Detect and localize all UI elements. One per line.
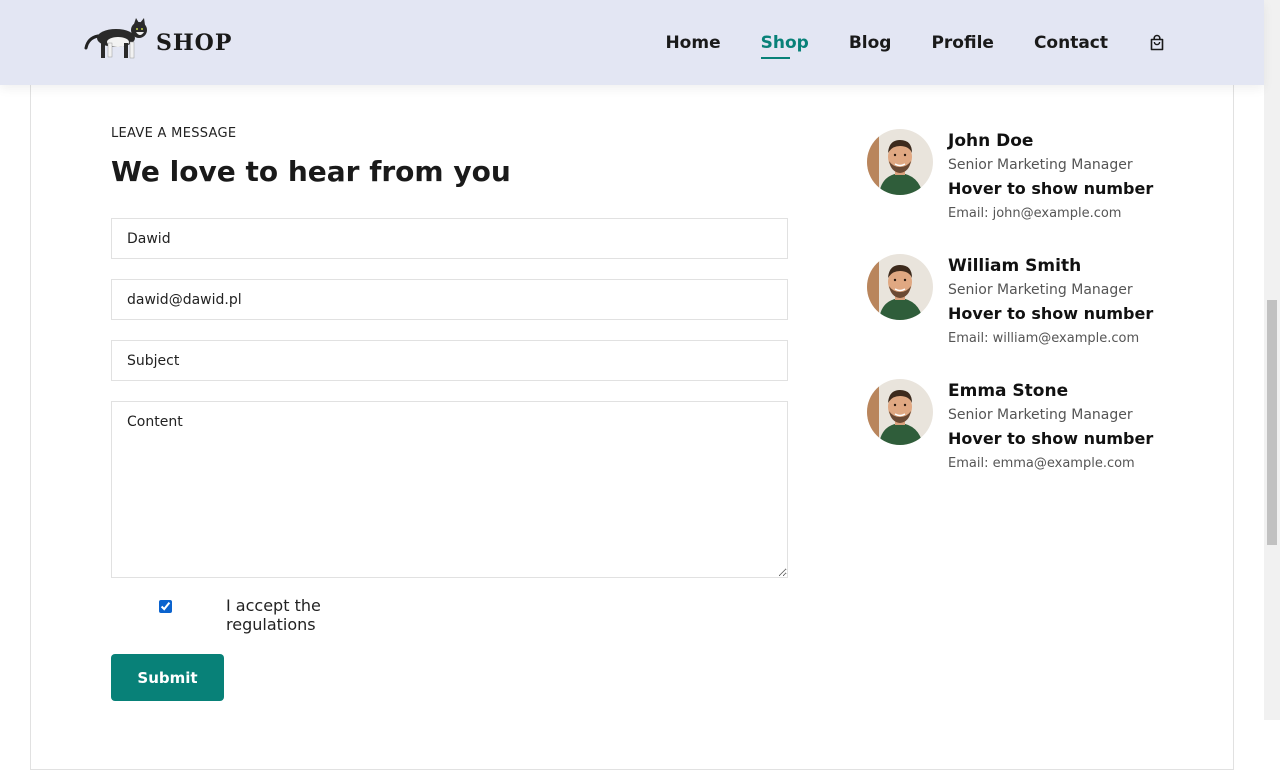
contact-people: John Doe Senior Marketing Manager Hover … <box>867 129 1197 504</box>
person-role: Senior Marketing Manager <box>948 157 1133 173</box>
main-nav: Home Shop Blog Profile Contact <box>625 0 1166 85</box>
person-info: John Doe Senior Marketing Manager Hover … <box>948 131 1198 222</box>
site-logo[interactable]: SHOP <box>84 16 231 64</box>
person-email: Email: emma@example.com <box>948 456 1135 471</box>
accept-label[interactable]: I accept the regulations <box>226 596 346 634</box>
avatar <box>867 129 933 195</box>
person-phone[interactable]: Hover to show number <box>948 179 1198 199</box>
person-name: Emma Stone <box>948 381 1069 401</box>
person-photo-icon <box>867 254 933 320</box>
email-input[interactable] <box>111 279 788 320</box>
person-name: John Doe <box>948 131 1034 151</box>
nav-home[interactable]: Home <box>665 33 720 53</box>
nav-contact[interactable]: Contact <box>1034 33 1108 53</box>
scrollbar-thumb[interactable] <box>1267 300 1277 545</box>
contact-form: LEAVE A MESSAGE We love to hear from you… <box>111 126 788 701</box>
person-name: William Smith <box>948 256 1082 276</box>
name-input[interactable] <box>111 218 788 259</box>
nav-blog[interactable]: Blog <box>849 33 892 53</box>
submit-button[interactable]: Submit <box>111 654 224 701</box>
person-card: John Doe Senior Marketing Manager Hover … <box>867 129 1197 254</box>
avatar <box>867 379 933 445</box>
accept-regulations: I accept the regulations <box>111 596 411 638</box>
person-phone[interactable]: Hover to show number <box>948 304 1198 324</box>
person-role: Senior Marketing Manager <box>948 282 1133 298</box>
form-headline: We love to hear from you <box>111 155 511 188</box>
subject-input[interactable] <box>111 340 788 381</box>
nav-shop[interactable]: Shop <box>760 33 809 59</box>
content-textarea[interactable] <box>111 401 788 578</box>
nav-profile[interactable]: Profile <box>931 33 993 53</box>
cat-icon <box>84 18 147 59</box>
person-photo-icon <box>867 379 933 445</box>
person-photo-icon <box>867 129 933 195</box>
avatar <box>867 254 933 320</box>
person-info: William Smith Senior Marketing Manager H… <box>948 256 1198 347</box>
person-email: Email: john@example.com <box>948 206 1122 221</box>
form-eyebrow: LEAVE A MESSAGE <box>111 126 237 141</box>
person-email: Email: william@example.com <box>948 331 1140 346</box>
shopping-bag-icon[interactable] <box>1148 34 1166 52</box>
site-header: SHOP Home Shop Blog Profile Contact <box>0 0 1264 85</box>
accept-checkbox[interactable] <box>159 600 172 613</box>
person-role: Senior Marketing Manager <box>948 407 1133 423</box>
person-card: William Smith Senior Marketing Manager H… <box>867 254 1197 379</box>
person-info: Emma Stone Senior Marketing Manager Hove… <box>948 381 1198 472</box>
page-scrollbar[interactable] <box>1264 0 1280 720</box>
person-phone[interactable]: Hover to show number <box>948 429 1198 449</box>
logo-text: SHOP <box>156 30 233 56</box>
person-card: Emma Stone Senior Marketing Manager Hove… <box>867 379 1197 504</box>
